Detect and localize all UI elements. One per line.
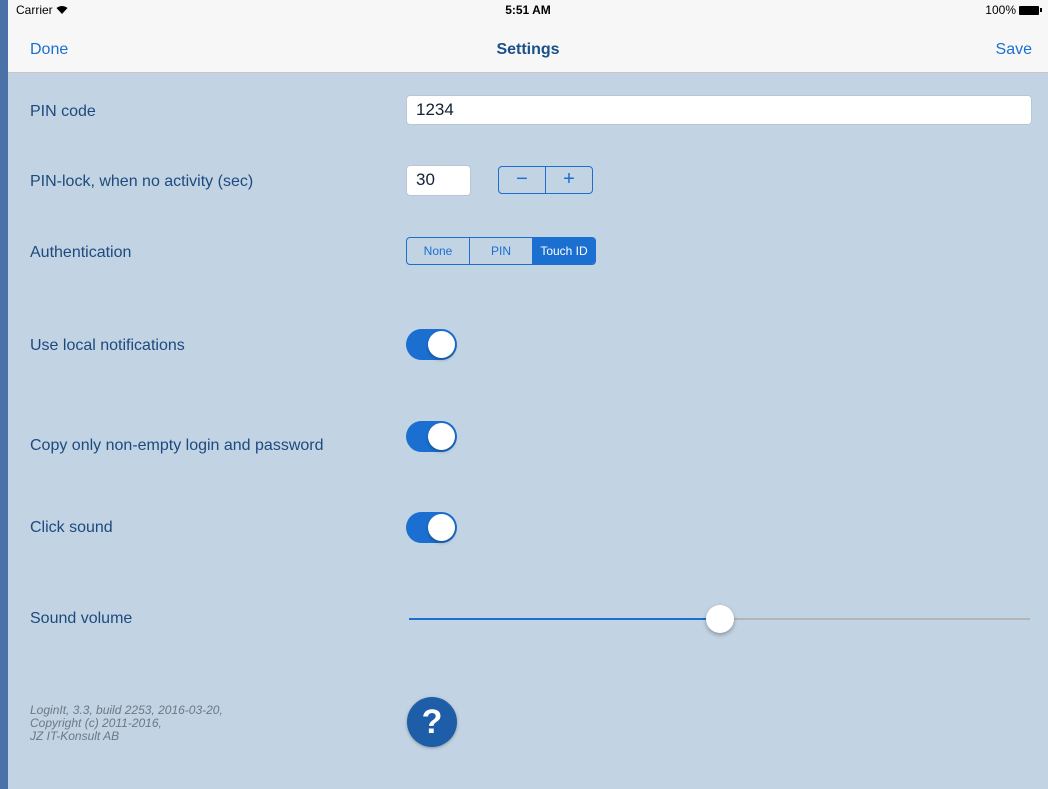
page-title: Settings (496, 41, 560, 58)
battery-tip (1040, 8, 1042, 12)
slider-thumb[interactable] (705, 605, 734, 633)
battery-indicator: 100% (985, 3, 1042, 17)
pin-lock-field[interactable]: 30 (406, 165, 471, 196)
pin-lock-stepper: − + (498, 166, 593, 194)
battery-percent: 100% (985, 3, 1016, 17)
toggle-knob (428, 514, 455, 541)
sound-volume-slider[interactable] (409, 604, 1030, 634)
copy-nonempty-label: Copy only non-empty login and password (30, 437, 324, 454)
click-sound-label: Click sound (30, 519, 113, 536)
increment-button[interactable]: + (545, 167, 592, 193)
segment-touch-id[interactable]: Touch ID (532, 238, 595, 264)
decrement-button[interactable]: − (499, 167, 545, 193)
toggle-knob (428, 331, 455, 358)
segment-none[interactable]: None (407, 238, 469, 264)
status-time: 5:51 AM (505, 3, 551, 17)
status-bar: Carrier 5:51 AM 100% (8, 0, 1048, 20)
slider-track-min (409, 618, 720, 620)
authentication-segmented-control: None PIN Touch ID (406, 237, 596, 265)
sound-volume-label: Sound volume (30, 610, 133, 627)
app-info: LoginIt, 3.3, build 2253, 2016-03-20, Co… (30, 704, 223, 743)
click-sound-toggle[interactable] (406, 512, 457, 543)
segment-pin[interactable]: PIN (469, 238, 532, 264)
settings-panel: PIN code 1234 PIN-lock, when no activity… (8, 73, 1048, 789)
slider-track-max (719, 618, 1030, 620)
local-notifications-label: Use local notifications (30, 337, 185, 354)
save-button[interactable]: Save (996, 41, 1032, 59)
copy-nonempty-toggle[interactable] (406, 421, 457, 452)
question-icon[interactable]: ? (407, 697, 457, 747)
authentication-label: Authentication (30, 244, 132, 261)
toggle-knob (428, 423, 455, 450)
local-notifications-toggle[interactable] (406, 329, 457, 360)
navigation-bar: Done Settings Save (8, 20, 1048, 73)
pin-lock-label: PIN-lock, when no activity (sec) (30, 173, 254, 190)
app-info-line-3: JZ IT-Konsult AB (30, 729, 120, 743)
pin-code-label: PIN code (30, 103, 96, 120)
pin-code-field[interactable]: 1234 (406, 95, 1032, 125)
battery-icon (1019, 5, 1039, 15)
